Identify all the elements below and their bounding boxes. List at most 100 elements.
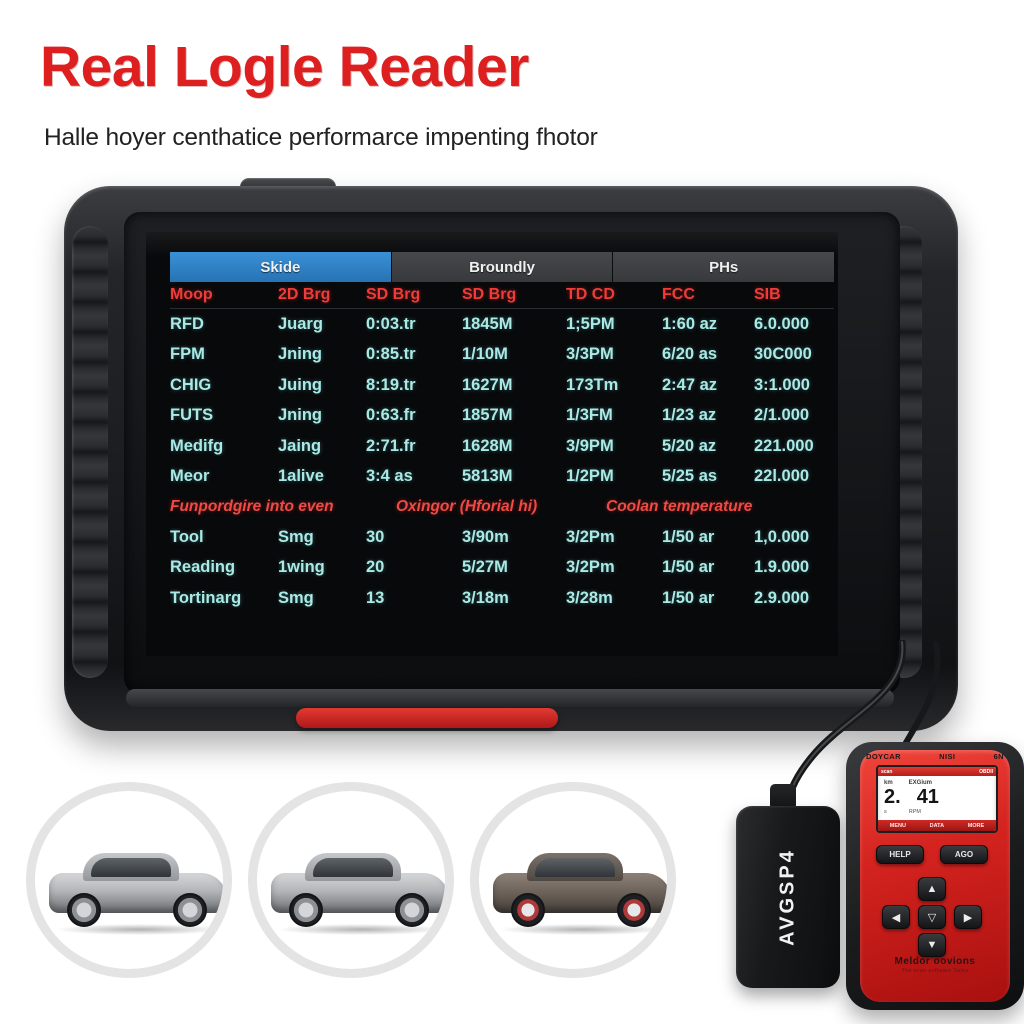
cell-sib: 2.9.000 [754,588,810,607]
lcd-units-row: s RPM [878,809,996,815]
car-wheel-front [67,893,101,927]
lcd-status-bar: scan OBDII [878,767,996,776]
cell-sd-brg-2: 5813M [462,467,513,486]
cell-sd-brg-2: 1845M [462,314,513,333]
table-row[interactable]: Tool Smg 30 3/90m 3/2Pm 1/50 ar 1,0.000 [170,522,834,553]
cell-sib: 1,0.000 [754,527,810,546]
cell-moop: Reading [170,558,236,577]
scanner-back-button[interactable]: AGO [940,845,988,864]
cell-sd-brg-2: 3/90m [462,527,509,546]
tab-bar: Skide Broundly PHs [170,252,835,282]
cell-sd-brg-2: 1857M [462,406,513,425]
column-header-sib: SIB [754,286,781,303]
lcd-status-left: scan [881,768,893,775]
scanner-help-button[interactable]: HELP [876,845,924,864]
cell-2d-brg: Smg [278,588,314,607]
page-root: Real Logle Reader Halle hoyer centhatice… [0,0,1024,1024]
scanner-brand-right: 6N [993,752,1004,761]
cell-fcc: 1/50 ar [662,558,715,577]
table-row[interactable]: FPM Jning 0:85.tr 1/10M 3/3PM 6/20 as 30… [170,340,834,371]
scanner-left-arrow-icon[interactable]: ◀ [882,905,910,929]
cell-moop: RFD [170,314,204,333]
tablet-grip-left [72,226,108,678]
column-header-sd-brg-1: SD Brg [366,286,421,303]
cell-2d-brg: Juing [278,375,322,394]
scanner-bottom-brand-sub: The scan software Sales [901,968,969,974]
obd-dongle: AVGSP4 [736,806,840,988]
cell-td-cd: 3/2Pm [566,527,615,546]
cell-td-cd: 3/9PM [566,436,614,455]
lcd-status-right: OBDII [979,768,993,775]
car-thumbnail-3[interactable] [470,782,676,978]
tablet-bottom-bar [126,689,894,707]
tab-skide[interactable]: Skide [170,252,392,282]
cell-moop: Medifg [170,436,224,455]
car-glass [91,858,171,877]
cell-fcc: 1/23 az [662,406,717,425]
cell-td-cd: 173Tm [566,375,619,394]
cell-sib: 3:1.000 [754,375,810,394]
cell-sd-brg-2: 1/10M [462,345,508,364]
cell-sd-brg-1: 13 [366,588,385,607]
lcd-value-left: 2. [884,786,901,808]
page-title: Real Logle Reader [40,35,529,99]
section-label-oxingor: Oxingor (Hforial hi) [396,498,538,515]
lcd-softkey-bar: MENU DATA MORE [878,820,996,831]
column-header-2d-brg: 2D Brg [278,286,331,303]
car-illustration [493,853,667,935]
cell-td-cd: 1;5PM [566,314,615,333]
scanner-bottom-branding: Meldor oovions The scan software Sales [866,956,1004,974]
lcd-softkey-data[interactable]: DATA [930,823,944,829]
scanner-brand-mid: NISI [939,752,956,761]
cell-sd-brg-1: 3:4 as [366,467,413,486]
section-label-funpordgire: Funpordgire into even [170,498,334,515]
cell-sib: 221.000 [754,436,814,455]
cell-sib: 22l.000 [754,467,810,486]
cell-sd-brg-2: 1627M [462,375,513,394]
cell-sd-brg-1: 20 [366,558,385,577]
table-row[interactable]: Reading 1wing 20 5/27M 3/2Pm 1/50 ar 1.9… [170,553,834,584]
dongle-brand-label: AVGSP4 [776,848,799,946]
scanner-ok-button[interactable]: ▽ [918,905,946,929]
car-wheel-rear [395,893,429,927]
section-label-coolan-temperature: Coolan temperature [606,498,753,515]
lcd-softkey-menu[interactable]: MENU [890,823,906,829]
cell-2d-brg: 1wing [278,558,325,577]
car-thumbnail-1[interactable] [26,782,232,978]
car-illustration [271,853,445,935]
cell-sd-brg-2: 5/27M [462,558,508,577]
table-row[interactable]: Meor 1alive 3:4 as 5813M 1/2PM 5/25 as 2… [170,462,834,493]
car-wheel-rear [617,893,651,927]
scanner-lcd-screen: scan OBDII km EXGium 2. 41 s RPM MENU DA… [876,765,998,833]
cell-fcc: 2:47 az [662,375,718,394]
cell-fcc: 1/50 ar [662,527,715,546]
tab-broundly[interactable]: Broundly [391,252,614,282]
scanner-right-arrow-icon[interactable]: ▶ [954,905,982,929]
table-row[interactable]: RFD Juarg 0:03.tr 1845M 1;5PM 1:60 az 6.… [170,309,834,340]
table-row[interactable]: Medifg Jaing 2:71.fr 1628M 3/9PM 5/20 az… [170,431,834,462]
car-thumbnail-2[interactable] [248,782,454,978]
cell-sib: 2/1.000 [754,406,810,425]
tab-phs[interactable]: PHs [613,252,835,282]
cell-sib: 30C000 [754,345,812,364]
cell-2d-brg: Juarg [278,314,323,333]
table-row[interactable]: Tortinarg Smg 13 3/18m 3/28m 1/50 ar 2.9… [170,583,834,614]
scanner-down-arrow-icon[interactable]: ▼ [918,933,946,957]
car-glass [535,858,615,877]
cell-sd-brg-1: 2:71.fr [366,436,416,455]
scanner-bottom-brand-text: Meldor oovions [894,956,976,967]
car-illustration [49,853,223,935]
cell-fcc: 6/20 as [662,345,718,364]
table-row[interactable]: FUTS Jning 0:63.fr 1857M 1/3FM 1/23 az 2… [170,401,834,432]
table-row[interactable]: CHIG Juing 8:19.tr 1627M 173Tm 2:47 az 3… [170,370,834,401]
scanner-up-arrow-icon[interactable]: ▲ [918,877,946,901]
car-wheel-rear [173,893,207,927]
scanner-brand-left: DOYCAR [866,752,901,761]
cell-td-cd: 1/2PM [566,467,614,486]
scanner-top-branding: DOYCAR NISI 6N [866,752,1004,761]
lcd-softkey-more[interactable]: MORE [968,823,985,829]
cell-sd-brg-1: 0:63.fr [366,406,416,425]
cell-sd-brg-1: 8:19.tr [366,375,416,394]
cell-sd-brg-2: 1628M [462,436,513,455]
cell-fcc: 1/50 ar [662,588,715,607]
